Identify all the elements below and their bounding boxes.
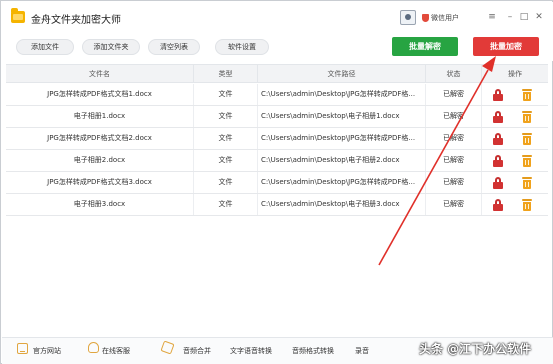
customer-service-icon [88, 342, 99, 353]
row-actions [482, 172, 548, 193]
file-status: 已解密 [426, 128, 482, 149]
file-type: 文件 [194, 106, 258, 127]
batch-encrypt-button[interactable]: 批量加密 [473, 37, 539, 56]
file-type: 文件 [194, 150, 258, 171]
row-actions [482, 128, 548, 149]
table-row[interactable]: 电子相册2.docx 文件 C:\Users\admin\Desktop\电子相… [6, 150, 548, 172]
shield-icon [422, 14, 429, 22]
file-type: 文件 [194, 128, 258, 149]
table-row[interactable]: 电子相册1.docx 文件 C:\Users\admin\Desktop\电子相… [6, 106, 548, 128]
audio-icon [160, 340, 175, 355]
trash-icon[interactable] [522, 177, 532, 189]
clear-list-button[interactable]: 清空列表 [148, 39, 200, 55]
online-service-link[interactable]: 在线客服 [102, 346, 130, 356]
avatar-icon[interactable] [400, 10, 416, 25]
file-type: 文件 [194, 84, 258, 105]
user-label[interactable]: 微信用户 [431, 13, 459, 23]
lock-icon[interactable] [493, 133, 503, 145]
file-name: JPG怎样转成PDF格式文档1.docx [6, 84, 194, 105]
watermark: 头条 @江下办公软件 [419, 342, 532, 356]
trash-icon[interactable] [522, 155, 532, 167]
table-row[interactable]: JPG怎样转成PDF格式文档3.docx 文件 C:\Users\admin\D… [6, 172, 548, 194]
title-bar: 金舟文件夹加密大师 微信用户 ≡ – □ ✕ [2, 2, 553, 33]
lock-icon[interactable] [493, 177, 503, 189]
maximize-button[interactable]: □ [518, 11, 530, 23]
file-path: C:\Users\admin\Desktop\JPG怎样转成PDF格... [258, 84, 426, 105]
table-row[interactable]: JPG怎样转成PDF格式文档1.docx 文件 C:\Users\admin\D… [6, 84, 548, 106]
table-header: 文件名 类型 文件路径 状态 操作 [6, 64, 548, 83]
file-status: 已解密 [426, 106, 482, 127]
trash-icon[interactable] [522, 89, 532, 101]
file-name: JPG怎样转成PDF格式文档3.docx [6, 172, 194, 193]
file-path: C:\Users\admin\Desktop\JPG怎样转成PDF格... [258, 172, 426, 193]
website-icon [17, 343, 28, 354]
lock-icon[interactable] [493, 89, 503, 101]
text-to-speech-link[interactable]: 文字语音转换 [230, 346, 272, 356]
file-name: 电子相册1.docx [6, 106, 194, 127]
app-window: 金舟文件夹加密大师 微信用户 ≡ – □ ✕ 添加文件 添加文件夹 清空列表 软… [0, 0, 553, 364]
add-folder-button[interactable]: 添加文件夹 [82, 39, 140, 55]
file-status: 已解密 [426, 194, 482, 215]
file-name: 电子相册2.docx [6, 150, 194, 171]
header-ops: 操作 [508, 70, 522, 78]
settings-button[interactable]: 软件设置 [215, 39, 269, 55]
audio-format-link[interactable]: 音频格式转换 [292, 346, 334, 356]
table-row[interactable]: JPG怎样转成PDF格式文档2.docx 文件 C:\Users\admin\D… [6, 128, 548, 150]
header-path[interactable]: 文件路径 [258, 65, 426, 83]
trash-icon[interactable] [522, 133, 532, 145]
batch-decrypt-button[interactable]: 批量解密 [392, 37, 458, 56]
file-path: C:\Users\admin\Desktop\电子相册1.docx [258, 106, 426, 127]
file-type: 文件 [194, 194, 258, 215]
row-actions [482, 84, 548, 105]
audio-merge-link[interactable]: 音频合并 [183, 346, 211, 356]
close-button[interactable]: ✕ [533, 11, 545, 23]
file-path: C:\Users\admin\Desktop\电子相册3.docx [258, 194, 426, 215]
minimize-button[interactable]: – [504, 11, 516, 23]
toolbar: 添加文件 添加文件夹 清空列表 软件设置 批量解密 批量加密 [2, 33, 553, 61]
file-status: 已解密 [426, 172, 482, 193]
file-path: C:\Users\admin\Desktop\电子相册2.docx [258, 150, 426, 171]
row-actions [482, 150, 548, 171]
lock-icon[interactable] [493, 155, 503, 167]
file-name: JPG怎样转成PDF格式文档2.docx [6, 128, 194, 149]
file-status: 已解密 [426, 84, 482, 105]
file-status: 已解密 [426, 150, 482, 171]
file-path: C:\Users\admin\Desktop\JPG怎样转成PDF格... [258, 128, 426, 149]
header-name[interactable]: 文件名 [6, 65, 194, 83]
row-actions [482, 194, 548, 215]
official-site-link[interactable]: 官方网站 [33, 346, 61, 356]
table-row[interactable]: 电子相册3.docx 文件 C:\Users\admin\Desktop\电子相… [6, 194, 548, 216]
header-type[interactable]: 类型 [194, 65, 258, 83]
folder-icon [11, 8, 25, 23]
file-name: 电子相册3.docx [6, 194, 194, 215]
record-link[interactable]: 录音 [355, 346, 369, 356]
header-status[interactable]: 状态 [426, 65, 482, 83]
row-actions [482, 106, 548, 127]
menu-button[interactable]: ≡ [486, 11, 498, 23]
lock-icon[interactable] [493, 111, 503, 123]
trash-icon[interactable] [522, 111, 532, 123]
app-title: 金舟文件夹加密大师 [31, 15, 121, 26]
lock-icon[interactable] [493, 199, 503, 211]
add-file-button[interactable]: 添加文件 [16, 39, 74, 55]
trash-icon[interactable] [522, 199, 532, 211]
file-type: 文件 [194, 172, 258, 193]
